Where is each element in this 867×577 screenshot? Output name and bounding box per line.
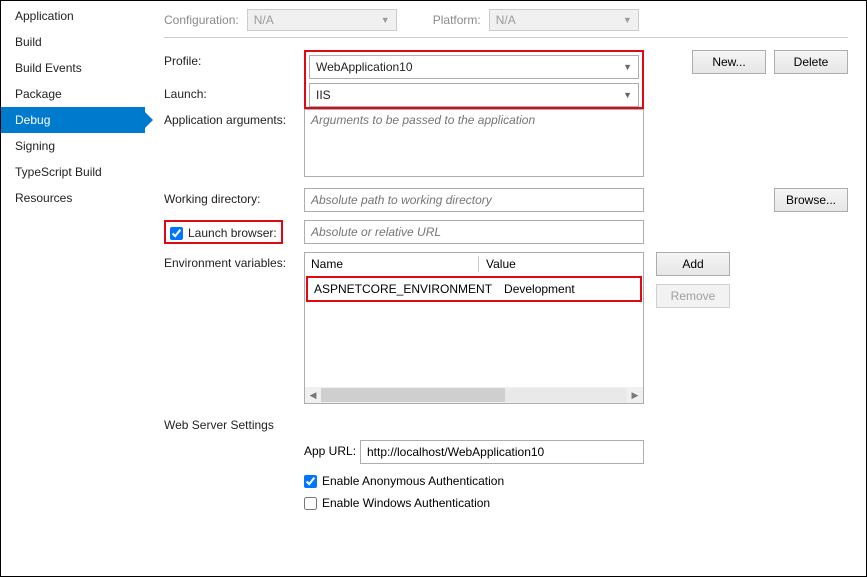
chevron-down-icon: ▼ [623, 15, 632, 25]
profile-launch-highlight: WebApplication10 ▼ IIS ▼ [304, 50, 644, 109]
launch-browser-url-input[interactable] [304, 220, 644, 244]
config-row: Configuration: N/A ▼ Platform: N/A ▼ [164, 9, 848, 31]
remove-env-button: Remove [656, 284, 730, 308]
launch-browser-highlight: Launch browser: [164, 220, 283, 244]
new-profile-button[interactable]: New... [692, 50, 766, 74]
env-col-name: Name [305, 253, 480, 275]
env-row-value: Development [498, 278, 640, 300]
sidebar-item-build[interactable]: Build [1, 29, 145, 55]
web-server-settings-heading: Web Server Settings [164, 418, 848, 432]
sidebar-item-application[interactable]: Application [1, 3, 145, 29]
divider [164, 37, 848, 38]
chevron-down-icon: ▼ [623, 90, 632, 100]
add-env-button[interactable]: Add [656, 252, 730, 276]
anon-auth-label: Enable Anonymous Authentication [322, 474, 504, 488]
sidebar-item-resources[interactable]: Resources [1, 185, 145, 211]
workdir-label: Working directory: [164, 188, 304, 206]
sidebar-item-package[interactable]: Package [1, 81, 145, 107]
env-col-value: Value [480, 253, 643, 275]
configuration-label: Configuration: [164, 13, 239, 27]
app-args-label: Application arguments: [164, 109, 304, 127]
workdir-input[interactable] [304, 188, 644, 212]
launch-browser-checkbox[interactable] [170, 227, 183, 240]
sidebar-item-signing[interactable]: Signing [1, 133, 145, 159]
env-table[interactable]: Name Value ASPNETCORE_ENVIRONMENT Develo… [304, 252, 644, 404]
scroll-right-icon[interactable]: ▶ [627, 390, 643, 401]
delete-profile-button[interactable]: Delete [774, 50, 848, 74]
sidebar: Application Build Build Events Package D… [1, 1, 146, 576]
table-row[interactable]: ASPNETCORE_ENVIRONMENT Development [308, 278, 640, 300]
configuration-value: N/A [254, 13, 274, 27]
anon-auth-checkbox-wrap[interactable]: Enable Anonymous Authentication [304, 472, 848, 488]
env-label: Environment variables: [164, 252, 304, 270]
profile-select[interactable]: WebApplication10 ▼ [309, 55, 639, 79]
sidebar-item-build-events[interactable]: Build Events [1, 55, 145, 81]
chevron-down-icon: ▼ [381, 15, 390, 25]
env-row-highlight: ASPNETCORE_ENVIRONMENT Development [306, 276, 642, 302]
sidebar-item-typescript-build[interactable]: TypeScript Build [1, 159, 145, 185]
platform-label: Platform: [433, 13, 481, 27]
app-url-label: App URL: [304, 440, 360, 458]
launch-select[interactable]: IIS ▼ [309, 83, 639, 107]
app-url-input[interactable] [360, 440, 644, 464]
configuration-select: N/A ▼ [247, 9, 397, 31]
win-auth-checkbox-wrap[interactable]: Enable Windows Authentication [304, 494, 848, 510]
launch-label: Launch: [164, 83, 304, 101]
launch-browser-label: Launch browser: [188, 226, 277, 240]
main-panel: Configuration: N/A ▼ Platform: N/A ▼ Pro… [146, 1, 866, 576]
sidebar-item-debug[interactable]: Debug [1, 107, 145, 133]
scroll-thumb[interactable] [321, 388, 505, 402]
env-row-name: ASPNETCORE_ENVIRONMENT [308, 278, 498, 300]
platform-select: N/A ▼ [489, 9, 639, 31]
win-auth-label: Enable Windows Authentication [322, 496, 490, 510]
scroll-left-icon[interactable]: ◀ [305, 390, 321, 401]
browse-button[interactable]: Browse... [774, 188, 848, 212]
win-auth-checkbox[interactable] [304, 497, 317, 510]
anon-auth-checkbox[interactable] [304, 475, 317, 488]
profile-label: Profile: [164, 50, 304, 68]
launch-value: IIS [316, 88, 331, 102]
launch-browser-checkbox-wrap[interactable]: Launch browser: [170, 224, 277, 240]
app-args-textarea[interactable] [304, 109, 644, 177]
env-scrollbar[interactable]: ◀ ▶ [305, 387, 643, 403]
platform-value: N/A [496, 13, 516, 27]
env-header: Name Value [305, 253, 643, 275]
profile-value: WebApplication10 [316, 60, 413, 74]
chevron-down-icon: ▼ [623, 62, 632, 72]
